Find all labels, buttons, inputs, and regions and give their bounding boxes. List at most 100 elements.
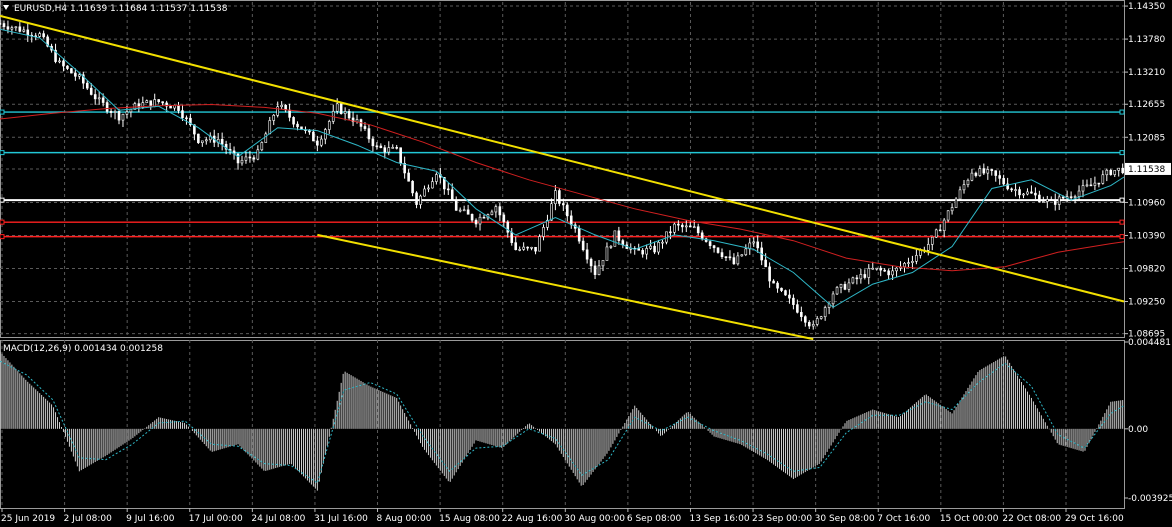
white-level-handle-left[interactable] — [0, 197, 5, 203]
candle-body — [18, 26, 22, 32]
candle-body — [819, 316, 823, 319]
candle-body — [593, 265, 597, 275]
candle-body — [323, 129, 327, 140]
candle-body — [363, 126, 367, 129]
candle-body — [248, 156, 252, 159]
menu-triangle-icon[interactable] — [3, 5, 9, 10]
candle-body — [85, 82, 89, 89]
candle-body — [609, 246, 613, 248]
time-tick-label: 31 Jul 16:00 — [314, 514, 368, 524]
candle-body — [518, 249, 521, 251]
candle-body — [915, 255, 918, 262]
candle-body — [788, 294, 791, 299]
candle-body — [1093, 182, 1097, 186]
candle-body — [1081, 185, 1085, 192]
time-tick-label: 22 Aug 16:00 — [502, 514, 563, 524]
candle-body — [1085, 184, 1089, 187]
candle-body — [169, 105, 172, 109]
candle-body — [97, 97, 101, 100]
red-level-1-handle-right[interactable] — [1119, 219, 1125, 225]
time-tick-label: 9 Jul 16:00 — [126, 514, 175, 524]
candle-body — [804, 316, 807, 323]
candle-body — [466, 209, 470, 215]
chart-canvas[interactable]: 1.14350 1.13780 1.13210 1.12655 1.12085 1.115… — [0, 0, 1172, 527]
trading-chart[interactable]: 1.14350 1.13780 1.13210 1.12655 1.12085 1.115… — [0, 0, 1172, 527]
candle-body — [14, 26, 18, 29]
cyan-level-1-handle-left[interactable] — [0, 109, 5, 115]
cyan-level-1-handle-right[interactable] — [1119, 109, 1125, 115]
candle-body — [724, 256, 728, 259]
candle-body — [926, 244, 930, 251]
candle-body — [379, 145, 383, 148]
candle-body — [66, 65, 69, 69]
candlestick-group — [0, 19, 1124, 330]
candle-body — [978, 168, 982, 176]
candle-body — [764, 259, 767, 268]
candle-body — [327, 121, 331, 130]
white-level-handle-right[interactable] — [1119, 197, 1125, 203]
candle-body — [458, 209, 462, 212]
candle-body — [1097, 182, 1101, 185]
candle-body — [1049, 199, 1053, 201]
candle-body — [637, 248, 640, 251]
candle-body — [934, 229, 938, 238]
candle-body — [938, 229, 942, 232]
candle-body — [125, 111, 129, 115]
candle-body — [1026, 191, 1029, 195]
candle-body — [121, 113, 125, 121]
candle-body — [335, 103, 339, 112]
candle-body — [554, 190, 557, 205]
candle-body — [1022, 193, 1025, 196]
macd-tick-label: 0.004481 — [1128, 338, 1171, 348]
cyan-level-2-handle-left[interactable] — [0, 150, 5, 156]
upper-trendline[interactable] — [0, 14, 1125, 303]
candle-body — [220, 139, 224, 145]
candle-body — [871, 267, 875, 270]
candle-body — [260, 142, 264, 151]
price-tick-label: 1.10390 — [1128, 231, 1165, 241]
candle-body — [1018, 189, 1021, 196]
red-level-2-handle-left[interactable] — [0, 234, 5, 240]
candle-body — [204, 139, 208, 142]
candle-body — [645, 248, 648, 255]
candle-body — [847, 282, 851, 290]
candle-body — [58, 60, 61, 63]
price-tick-label: 1.12085 — [1128, 133, 1165, 143]
candle-body — [276, 106, 279, 116]
candle-body — [502, 214, 506, 223]
candle-body — [875, 267, 879, 270]
red-level-2-handle-right[interactable] — [1119, 234, 1125, 240]
red-level-1-handle-left[interactable] — [0, 219, 5, 225]
candle-body — [431, 181, 434, 189]
candle-body — [530, 246, 533, 249]
candle-body — [280, 104, 283, 108]
candle-body — [292, 117, 295, 125]
cyan-level-2-handle-right[interactable] — [1119, 150, 1125, 156]
candle-body — [903, 263, 906, 268]
candle-body — [891, 270, 894, 276]
price-tick-label: 1.09250 — [1128, 298, 1165, 308]
candle-body — [958, 189, 962, 200]
candle-body — [383, 147, 387, 153]
candle-body — [569, 215, 573, 226]
candle-body — [740, 254, 744, 257]
current-price-label: 1.11538 — [1128, 165, 1165, 175]
candle-body — [38, 33, 41, 37]
price-tick-label: 1.09820 — [1128, 264, 1165, 274]
candle-body — [784, 290, 787, 296]
candle-body — [597, 265, 601, 275]
time-tick-label: 6 Sep 08:00 — [627, 514, 682, 524]
candle-body — [62, 60, 65, 67]
candle-body — [752, 241, 756, 244]
candle-body — [1061, 196, 1065, 199]
candle-body — [478, 216, 482, 225]
candle-body — [708, 241, 712, 246]
fast-ma-line — [0, 28, 1125, 308]
candle-body — [320, 138, 323, 146]
candle-body — [181, 110, 184, 119]
time-tick-label: 25 Jun 2019 — [1, 514, 55, 524]
candle-body — [1105, 169, 1109, 176]
candle-body — [343, 111, 347, 114]
candle-body — [990, 169, 994, 171]
candle-body — [1117, 167, 1121, 171]
